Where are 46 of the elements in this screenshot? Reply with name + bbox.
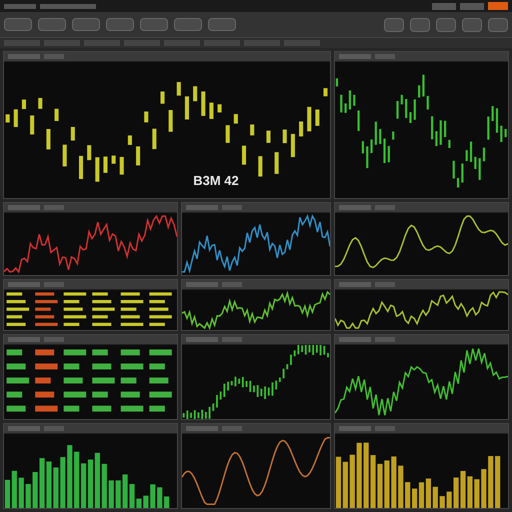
header-tab[interactable] [375,337,395,342]
header-tab[interactable] [8,282,40,287]
header-tab[interactable] [44,205,64,210]
header-tab[interactable] [222,337,242,342]
toolbar-button[interactable] [4,18,32,31]
header-tab[interactable] [375,54,395,59]
toolbar-button[interactable] [208,18,236,31]
header-tab[interactable] [222,282,242,287]
header-tab[interactable] [375,205,395,210]
header-tab[interactable] [339,282,371,287]
header-tab[interactable] [186,205,218,210]
toolbar-button[interactable] [38,18,66,31]
header-tab[interactable] [375,426,395,431]
header-tab[interactable] [44,337,64,342]
toolbar-button[interactable] [488,18,508,32]
close-button[interactable] [488,2,508,10]
header-tab[interactable] [44,426,64,431]
toolbar-button[interactable] [410,18,430,32]
header-tab[interactable] [339,426,371,431]
price-label: B3M 42 [193,172,239,190]
header-tab[interactable] [339,54,371,59]
header-tab[interactable] [186,282,218,287]
toolbar-button[interactable] [384,18,404,32]
window-button[interactable] [460,2,484,10]
menu-item[interactable] [4,4,36,8]
header-tab[interactable] [44,282,64,287]
toolbar-button[interactable] [462,18,482,32]
header-tab[interactable] [339,337,371,342]
header-tab[interactable] [8,426,40,431]
header-tab[interactable] [186,337,218,342]
toolbar-button[interactable] [72,18,100,31]
header-tab[interactable] [222,205,242,210]
toolbar-button[interactable] [174,18,202,31]
header-tab[interactable] [8,205,40,210]
header-tab[interactable] [186,426,218,431]
header-tab[interactable] [375,282,395,287]
toolbar-button[interactable] [436,18,456,32]
toolbar-button[interactable] [140,18,168,31]
header-tab[interactable] [339,205,371,210]
header-tab[interactable] [44,54,64,59]
header-tab[interactable] [8,54,40,59]
window-button[interactable] [432,2,456,10]
header-tab[interactable] [222,426,242,431]
toolbar-button[interactable] [106,18,134,31]
header-tab[interactable] [8,337,40,342]
menu-item[interactable] [40,4,96,8]
